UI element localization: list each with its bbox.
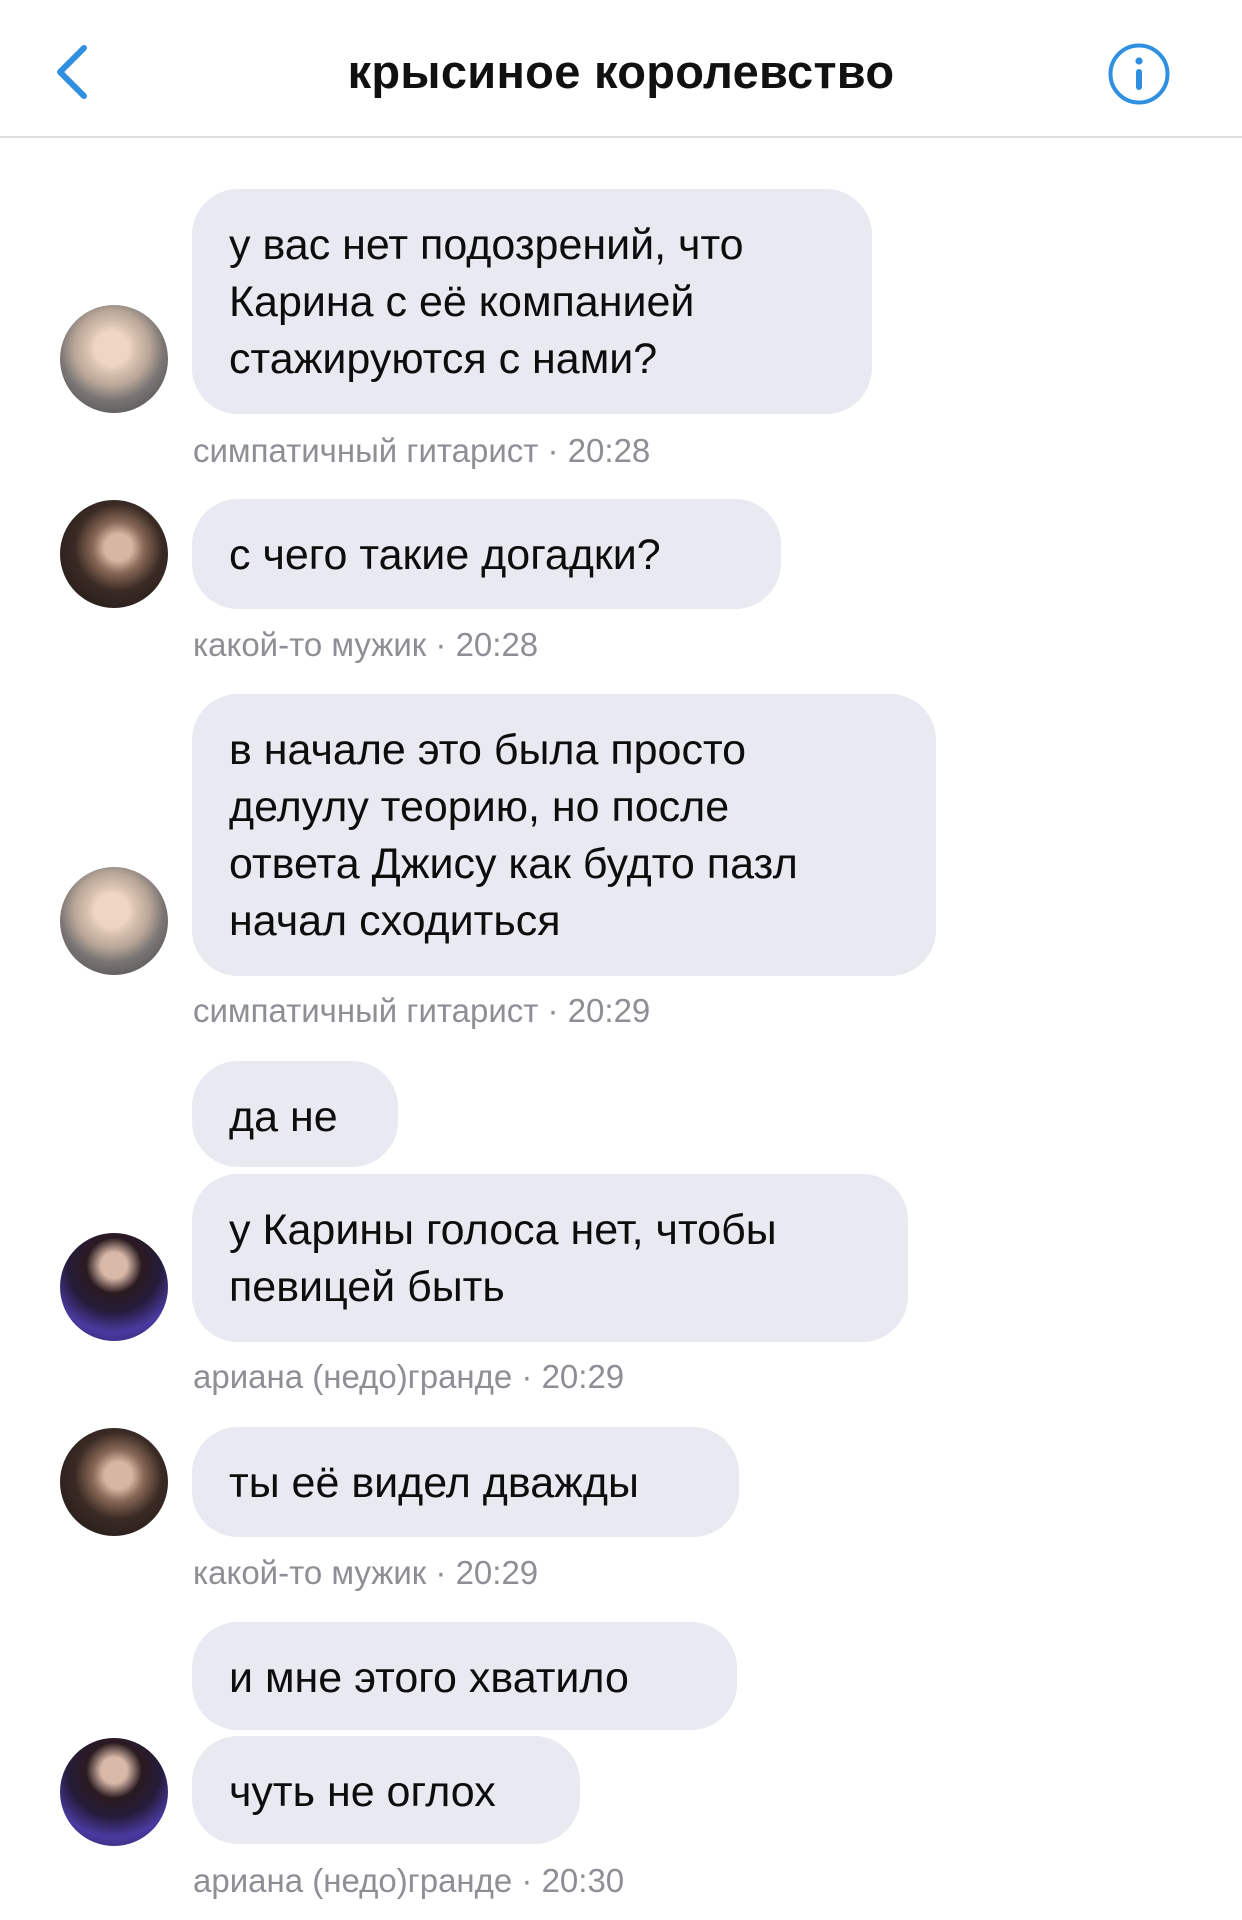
message-meta: какой-то мужик · 20:29	[193, 1554, 539, 1591]
avatar[interactable]	[60, 500, 168, 608]
message-bubble[interactable]: у вас нет подозрений, что Карина с её ко…	[192, 189, 872, 414]
message-bubble[interactable]: да не	[192, 1061, 398, 1167]
message-bubble[interactable]: у Карины голоса нет, чтобы певицей быть	[192, 1174, 908, 1342]
message-bubble[interactable]: чуть не оглох	[192, 1736, 580, 1844]
message-meta: симпатичный гитарист · 20:29	[193, 992, 651, 1029]
avatar[interactable]	[60, 1428, 168, 1536]
message-meta: симпатичный гитарист · 20:28	[193, 432, 651, 469]
message-meta: какой-то мужик · 20:28	[193, 626, 539, 663]
avatar[interactable]	[60, 1738, 168, 1846]
message-bubble[interactable]: с чего такие догадки?	[192, 499, 781, 609]
avatar[interactable]	[60, 305, 168, 413]
message-bubble[interactable]: и мне этого хватило	[192, 1622, 737, 1730]
message-bubble[interactable]: в начале это была просто делулу теорию, …	[192, 694, 936, 976]
info-button[interactable]	[1107, 42, 1171, 106]
message-bubble[interactable]: ты её видел дважды	[192, 1427, 739, 1537]
info-icon	[1108, 43, 1170, 105]
chat-header: крысиное королевство	[0, 0, 1242, 138]
message-meta: ариана (недо)гранде · 20:29	[193, 1358, 625, 1395]
message-meta: ариана (недо)гранде · 20:30	[193, 1862, 625, 1899]
chat-title: крысиное королевство	[347, 45, 895, 98]
avatar[interactable]	[60, 867, 168, 975]
avatar[interactable]	[60, 1233, 168, 1341]
